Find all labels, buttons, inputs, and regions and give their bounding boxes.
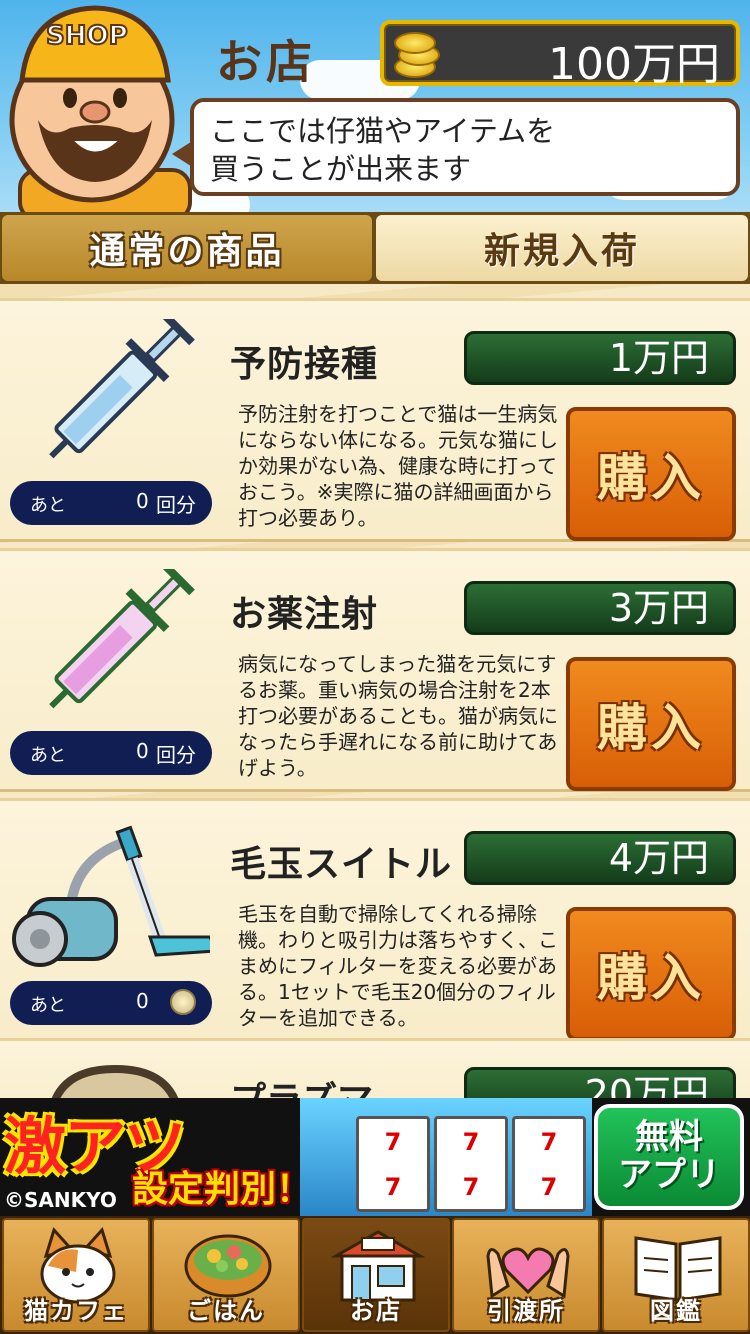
remain-unit: 回分 xyxy=(156,743,196,767)
tab-food[interactable]: ごはん xyxy=(152,1218,300,1332)
shop-header: SHOP お店 100万円 ここでは仔猫やアイテムを 買うことが出来ます xyxy=(0,0,750,212)
item-price: 3万円 xyxy=(464,581,736,635)
page-title: お店 xyxy=(216,35,316,89)
app-line: 無料 xyxy=(635,1117,703,1157)
buy-button[interactable]: 購入 xyxy=(566,407,736,541)
item-name: プラズマ xyxy=(230,1071,373,1098)
remain-unit: 回分 xyxy=(156,493,196,517)
item-price: 20万円 xyxy=(464,1067,736,1098)
buy-button[interactable]: 購入 xyxy=(566,907,736,1041)
app-line: アプリ xyxy=(618,1155,720,1195)
remain-label: あと xyxy=(30,745,66,766)
item-list[interactable]: あと 0 回分 予防接種 1万円 予防注射を打つことで猫は一生病気にならない体に… xyxy=(0,284,750,1098)
item-price: 4万円 xyxy=(464,831,736,885)
ad-subtitle: 設定判別！ xyxy=(132,1169,313,1210)
tab-shop[interactable]: お店 xyxy=(302,1218,450,1332)
speech-bubble: ここでは仔猫やアイテムを 買うことが出来ます xyxy=(190,98,740,196)
item-description: 予防注射を打つことで猫は一生病気にならない体になる。元気な猫にしか効果がない為、… xyxy=(238,402,558,530)
remaining-count: あと 0 回分 xyxy=(10,731,212,775)
reel-symbol: 7 xyxy=(462,1172,480,1201)
buy-button[interactable]: 購入 xyxy=(566,657,736,791)
reel-symbol: 7 xyxy=(462,1127,480,1156)
reel-symbol: 7 xyxy=(384,1172,402,1201)
reel-symbol: 7 xyxy=(384,1127,402,1156)
tab-label: 引渡所 xyxy=(487,1297,565,1325)
tab-label: 猫カフェ xyxy=(24,1297,128,1325)
cap-text: SHOP xyxy=(46,21,128,51)
plasma-device-icon xyxy=(51,1064,179,1098)
item-name: お薬注射 xyxy=(230,594,379,635)
tab-label: お店 xyxy=(350,1297,402,1325)
list-item: あと 0 回分 予防接種 1万円 予防注射を打つことで猫は一生病気にならない体に… xyxy=(0,298,750,542)
tab-cat-cafe[interactable]: 猫カフェ xyxy=(2,1218,150,1332)
reel-symbol: 7 xyxy=(540,1127,558,1156)
vacuum-cleaner-icon xyxy=(12,825,210,967)
balance-display: 100万円 xyxy=(380,20,740,90)
slot-machine-image: 77 77 77 xyxy=(300,1098,592,1216)
tab-label: 図鑑 xyxy=(650,1297,702,1325)
tab-encyclopedia[interactable]: 図鑑 xyxy=(602,1218,750,1332)
tab-regular-items[interactable]: 通常の商品 xyxy=(2,215,372,281)
ad-banner[interactable]: 激アツ 設定判別！ ©SANKYO 77 77 77 無料 アプリ xyxy=(0,1098,750,1216)
remain-value: 0 xyxy=(136,489,149,513)
item-name: 予防接種 xyxy=(230,344,379,385)
slot-reel: 77 xyxy=(356,1116,430,1212)
tab-label: ごはん xyxy=(187,1297,265,1325)
list-item: あと 0 回分 お薬注射 3万円 病気になってしまった猫を元気にするお薬。重い病… xyxy=(0,548,750,792)
remain-label: あと xyxy=(30,995,66,1016)
balance-value: 100万円 xyxy=(548,39,720,90)
bottom-tab-bar: 猫カフェ ごはん お店 引渡所 図鑑 xyxy=(0,1216,750,1334)
slot-reel: 77 xyxy=(512,1116,586,1212)
syringe-pink-icon xyxy=(49,569,195,709)
remaining-count: あと 0 回分 xyxy=(10,481,212,525)
remain-value: 0 xyxy=(136,739,149,763)
item-description: 病気になってしまった猫を元気にするお薬。重い病気の場合注射を2本打つ必要があるこ… xyxy=(238,652,558,780)
free-app-button[interactable]: 無料 アプリ xyxy=(594,1104,744,1210)
remain-value: 0 xyxy=(136,989,149,1013)
speech-line: 買うことが出来ます xyxy=(210,152,472,186)
slot-reel: 77 xyxy=(434,1116,508,1212)
shopkeeper-icon: SHOP xyxy=(9,5,192,212)
reel-symbol: 7 xyxy=(540,1172,558,1201)
ad-copyright: ©SANKYO xyxy=(4,1188,117,1212)
tab-new-arrivals[interactable]: 新規入荷 xyxy=(376,215,748,281)
coin-icon xyxy=(394,32,436,54)
category-tabs: 通常の商品 新規入荷 xyxy=(0,212,750,284)
list-item: プラズマ 20万円 xyxy=(0,1038,750,1098)
item-description: 毛玉を自動で掃除してくれる掃除機。わりと吸引力は落ちやすく、こまめにフィルターを… xyxy=(238,902,558,1030)
item-name: 毛玉スイトル xyxy=(230,844,453,885)
list-item: あと 0 毛玉スイトル 4万円 毛玉を自動で掃除してくれる掃除機。わりと吸引力は… xyxy=(0,798,750,1042)
speech-line: ここでは仔猫やアイテムを xyxy=(210,114,556,148)
remain-label: あと xyxy=(30,495,66,516)
syringe-blue-icon xyxy=(49,319,195,459)
hairball-icon xyxy=(170,989,196,1015)
item-price: 1万円 xyxy=(464,331,736,385)
remaining-count: あと 0 xyxy=(10,981,212,1025)
tab-handover[interactable]: 引渡所 xyxy=(452,1218,600,1332)
